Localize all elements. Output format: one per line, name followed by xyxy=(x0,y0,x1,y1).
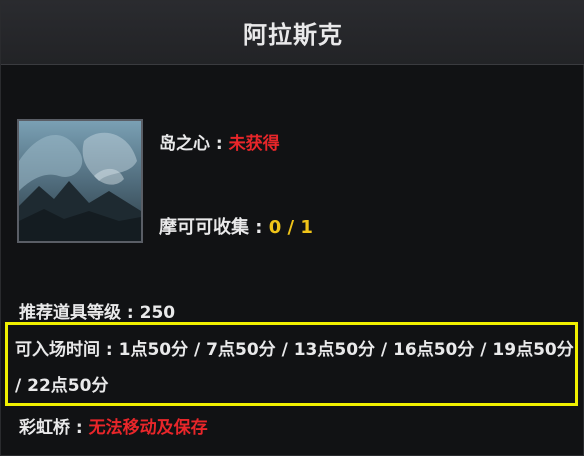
collectibles-label: 摩可可收集 : xyxy=(159,217,269,238)
recommended-level-label: 推荐道具等级 : xyxy=(19,303,140,323)
island-heart-status: 未获得 xyxy=(228,134,280,154)
island-info-panel: 阿拉斯克 岛之心 : 未获得 摩可可收集 : 0 / 1 推荐道具等级 : 25… xyxy=(0,0,584,456)
entry-time-label: 可入场时间 : xyxy=(15,340,119,360)
island-landscape-icon xyxy=(17,119,143,243)
rainbow-bridge-row: 彩虹桥 : 无法移动及保存 xyxy=(19,413,208,438)
island-title: 阿拉斯克 xyxy=(243,21,343,49)
entry-time-row: 可入场时间 : 1点50分 / 7点50分 / 13点50分 / 16点50分 … xyxy=(15,332,575,404)
recommended-level-row: 推荐道具等级 : 250 xyxy=(19,298,175,323)
recommended-level-value: 250 xyxy=(139,303,176,323)
collectibles-row: 摩可可收集 : 0 / 1 xyxy=(159,213,313,239)
rainbow-bridge-status: 无法移动及保存 xyxy=(88,418,208,438)
rainbow-bridge-label: 彩虹桥 : xyxy=(19,418,89,438)
collectibles-count: 0 / 1 xyxy=(268,217,313,238)
island-heart-row: 岛之心 : 未获得 xyxy=(159,129,280,154)
panel-header: 阿拉斯克 xyxy=(1,1,584,65)
island-heart-label: 岛之心 : xyxy=(159,134,229,154)
